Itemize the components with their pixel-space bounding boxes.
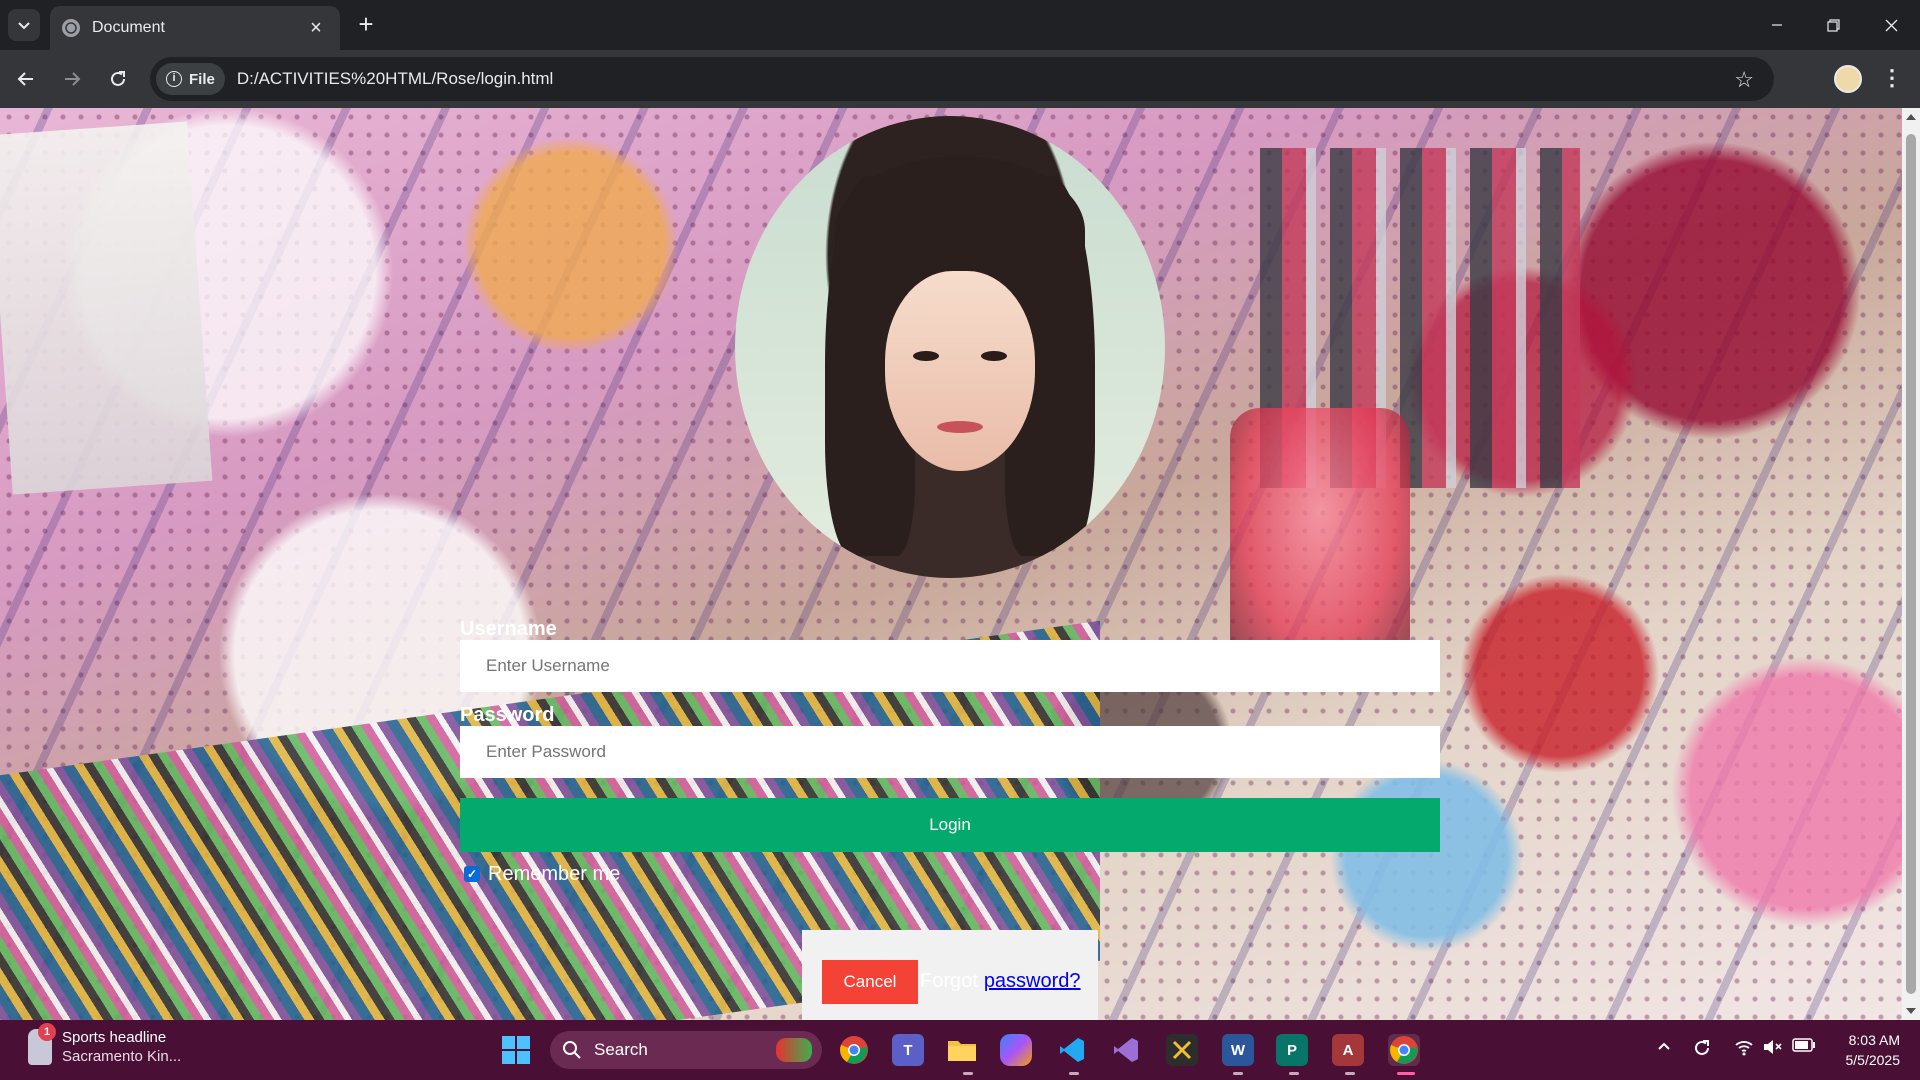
remember-me-checkbox[interactable]: ✓ xyxy=(464,866,480,882)
start-button[interactable] xyxy=(500,1034,532,1066)
chevron-down-icon xyxy=(18,22,30,30)
reload-icon xyxy=(111,71,125,86)
copilot-icon[interactable] xyxy=(1000,1034,1032,1066)
info-icon: i xyxy=(166,71,182,87)
background-image-decoration xyxy=(0,121,213,495)
arrow-right-icon xyxy=(65,72,81,86)
chrome-icon[interactable] xyxy=(838,1034,870,1066)
tab-close-icon[interactable]: × xyxy=(304,17,328,40)
word-icon[interactable]: W xyxy=(1222,1034,1254,1066)
snipping-tool-icon[interactable] xyxy=(1166,1034,1198,1066)
forward-button[interactable] xyxy=(56,63,88,95)
search-highlight-icon xyxy=(776,1038,812,1062)
active-indicator xyxy=(1397,1072,1415,1075)
new-tab-button[interactable]: + xyxy=(352,11,380,39)
reload-button[interactable] xyxy=(102,63,134,95)
running-indicator xyxy=(1069,1072,1079,1075)
form-footer: Cancel Forgot password? xyxy=(802,930,1098,1020)
username-input[interactable] xyxy=(460,640,1440,692)
login-button[interactable]: Login xyxy=(460,798,1440,852)
minimize-button[interactable] xyxy=(1754,10,1800,40)
file-explorer-icon[interactable] xyxy=(946,1034,978,1066)
username-label: Username xyxy=(460,618,557,640)
vscode-icon[interactable] xyxy=(1056,1034,1088,1066)
back-button[interactable] xyxy=(10,63,42,95)
battery-icon[interactable] xyxy=(1792,1038,1816,1057)
forgot-text: Forgot xyxy=(920,970,978,992)
forgot-password-link[interactable]: password? xyxy=(984,970,1081,992)
remember-me-row: ✓ Remember me xyxy=(464,863,1440,885)
address-bar[interactable]: i File D:/ACTIVITIES%20HTML/Rose/login.h… xyxy=(150,57,1774,101)
running-indicator xyxy=(1289,1072,1299,1075)
site-info-chip[interactable]: i File xyxy=(156,63,225,95)
running-indicator xyxy=(1345,1072,1355,1075)
news-subtitle: Sacramento Kin... xyxy=(62,1048,182,1065)
arrow-left-icon xyxy=(17,72,33,86)
search-icon xyxy=(563,1041,581,1059)
remember-me-label: Remember me xyxy=(488,862,621,885)
access-icon[interactable]: A xyxy=(1332,1034,1364,1066)
browser-menu-icon[interactable]: ⋮ xyxy=(1880,64,1904,94)
restore-icon xyxy=(1826,18,1840,32)
login-form: Username Password Login ✓ Remember me xyxy=(460,618,1440,885)
clock-date: 5/5/2025 xyxy=(1845,1052,1901,1068)
tab-document[interactable]: Document × xyxy=(50,6,340,50)
windows-taskbar: 1 Sports headline Sacramento Kin... Sear… xyxy=(0,1020,1920,1080)
close-icon xyxy=(1885,19,1897,31)
tab-title: Document xyxy=(92,19,165,36)
tab-search-button[interactable] xyxy=(8,9,40,41)
windows-logo-icon xyxy=(502,1036,530,1064)
scroll-down-icon[interactable] xyxy=(1906,1008,1916,1014)
running-indicator xyxy=(963,1072,973,1075)
visual-studio-icon[interactable] xyxy=(1110,1034,1142,1066)
profile-photo xyxy=(735,116,1165,578)
volume-muted-icon[interactable] xyxy=(1762,1038,1782,1061)
url-text[interactable]: D:/ACTIVITIES%20HTML/Rose/login.html xyxy=(237,69,553,89)
chrome-active-icon[interactable] xyxy=(1388,1034,1420,1066)
password-label: Password xyxy=(460,704,555,726)
search-label: Search xyxy=(594,1040,648,1059)
wifi-icon[interactable] xyxy=(1734,1038,1754,1061)
running-indicator xyxy=(1233,1072,1243,1075)
restore-button[interactable] xyxy=(1810,10,1856,40)
news-widget[interactable]: 1 Sports headline Sacramento Kin... xyxy=(28,1023,182,1066)
sync-icon[interactable] xyxy=(1692,1038,1712,1063)
taskbar-search[interactable]: Search xyxy=(550,1031,822,1069)
forgot-password: Forgot password? xyxy=(920,970,1081,993)
system-clock[interactable]: 8:03 AM 5/5/2025 xyxy=(1820,1030,1901,1070)
bookmark-star-icon[interactable]: ☆ xyxy=(1734,67,1754,93)
page-scrollbar[interactable] xyxy=(1902,108,1920,1020)
close-window-button[interactable] xyxy=(1868,10,1914,40)
minimize-icon xyxy=(1772,24,1782,26)
scroll-up-icon[interactable] xyxy=(1906,114,1916,120)
globe-icon xyxy=(62,19,80,37)
publisher-icon[interactable]: P xyxy=(1276,1034,1308,1066)
profile-avatar[interactable] xyxy=(1834,65,1862,93)
news-title: Sports headline xyxy=(62,1029,167,1046)
page-viewport: Username Password Login ✓ Remember me Ca… xyxy=(0,108,1902,1020)
teams-icon[interactable]: T xyxy=(892,1034,924,1066)
password-input[interactable] xyxy=(460,726,1440,778)
scroll-thumb[interactable] xyxy=(1906,134,1916,994)
notification-badge: 1 xyxy=(38,1023,56,1041)
chevron-up-icon[interactable] xyxy=(1656,1038,1672,1059)
cancel-button[interactable]: Cancel xyxy=(822,960,918,1004)
clock-time: 8:03 AM xyxy=(1848,1032,1900,1048)
news-icon: 1 xyxy=(28,1023,56,1065)
browser-toolbar: i File D:/ACTIVITIES%20HTML/Rose/login.h… xyxy=(0,50,1920,108)
tab-strip: Document × + xyxy=(0,0,1920,50)
file-chip-label: File xyxy=(189,70,215,88)
